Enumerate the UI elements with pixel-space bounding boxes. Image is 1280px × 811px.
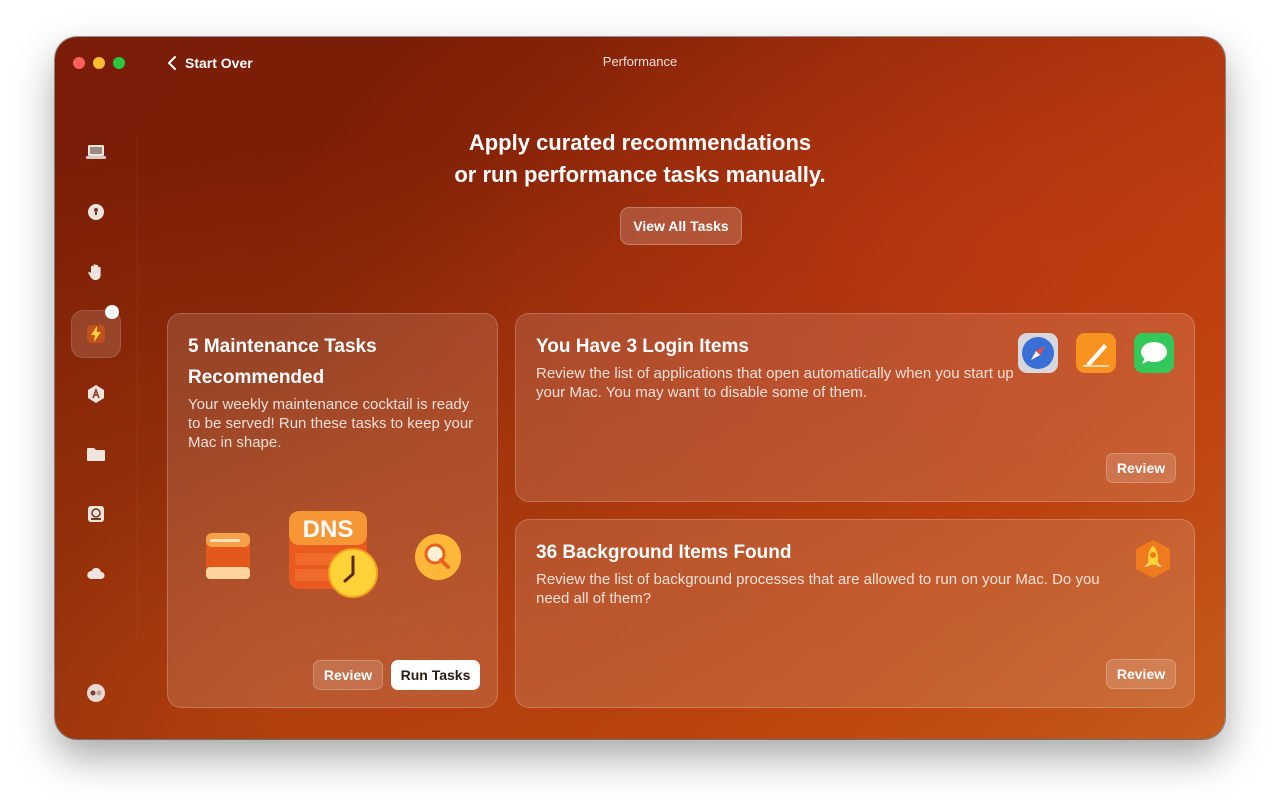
shield-icon [88, 204, 104, 220]
disk-icon [88, 506, 104, 522]
safari-icon [1018, 333, 1058, 373]
maintenance-card-title: 5 Maintenance Tasks Recommended [188, 331, 377, 393]
dns-label: DNS [303, 516, 354, 543]
login-items-review-button[interactable]: Review [1106, 453, 1176, 483]
sidebar-item-files[interactable] [81, 439, 111, 469]
pages-icon [1076, 333, 1116, 373]
maintenance-title-line-1: 5 Maintenance Tasks [188, 336, 377, 357]
headline-line-2: or run performance tasks manually. [454, 162, 826, 187]
rocket-icon [1136, 540, 1170, 578]
background-items-card: 36 Background Items Found Review the lis… [515, 519, 1195, 708]
login-items-description: Review the list of applications that ope… [536, 365, 1014, 401]
sidebar-item-space-lens[interactable] [81, 499, 111, 529]
login-items-card: You Have 3 Login Items Review the list o… [515, 313, 1195, 502]
background-items-title: 36 Background Items Found [536, 542, 792, 563]
view-all-tasks-button[interactable]: View All Tasks [620, 207, 742, 245]
sidebar-divider [137, 137, 138, 637]
magnifier-icon [415, 534, 461, 580]
notification-badge [105, 305, 119, 319]
sidebar-assistant[interactable] [81, 678, 111, 708]
app-store-icon [88, 385, 104, 403]
hand-icon [88, 264, 101, 280]
window-title: Performance [602, 54, 678, 69]
hard-drive-icon [206, 533, 250, 579]
maintenance-card: 5 Maintenance Tasks Recommended Your wee… [167, 313, 498, 708]
background-items-description: Review the list of background processes … [536, 571, 1100, 607]
dns-flush-icon: DNS [289, 511, 378, 598]
sidebar-item-performance[interactable] [81, 319, 111, 349]
maintenance-card-description: Your weekly maintenance cocktail is read… [188, 396, 474, 451]
app-window: Start Over Performance Apply curated rec… [55, 37, 1225, 739]
headline-line-1: Apply curated recommendations [468, 130, 812, 155]
sidebar-item-protection[interactable] [81, 197, 111, 227]
sidebar-item-privacy[interactable] [81, 257, 111, 287]
login-items-title: You Have 3 Login Items [536, 336, 749, 357]
cloud-icon [87, 567, 105, 579]
messages-icon [1134, 333, 1174, 373]
maintenance-title-line-2: Recommended [188, 367, 325, 388]
folder-icon [87, 448, 105, 461]
sidebar-item-applications[interactable] [81, 379, 111, 409]
maintenance-review-button[interactable]: Review [313, 660, 383, 690]
sidebar-item-cloud[interactable] [81, 559, 111, 589]
background-items-review-button[interactable]: Review [1106, 659, 1176, 689]
run-tasks-button[interactable]: Run Tasks [391, 660, 480, 690]
lightning-icon [87, 325, 105, 343]
page-headline: Apply curated recommendations or run per… [55, 127, 1225, 191]
assistant-icon [87, 684, 105, 702]
